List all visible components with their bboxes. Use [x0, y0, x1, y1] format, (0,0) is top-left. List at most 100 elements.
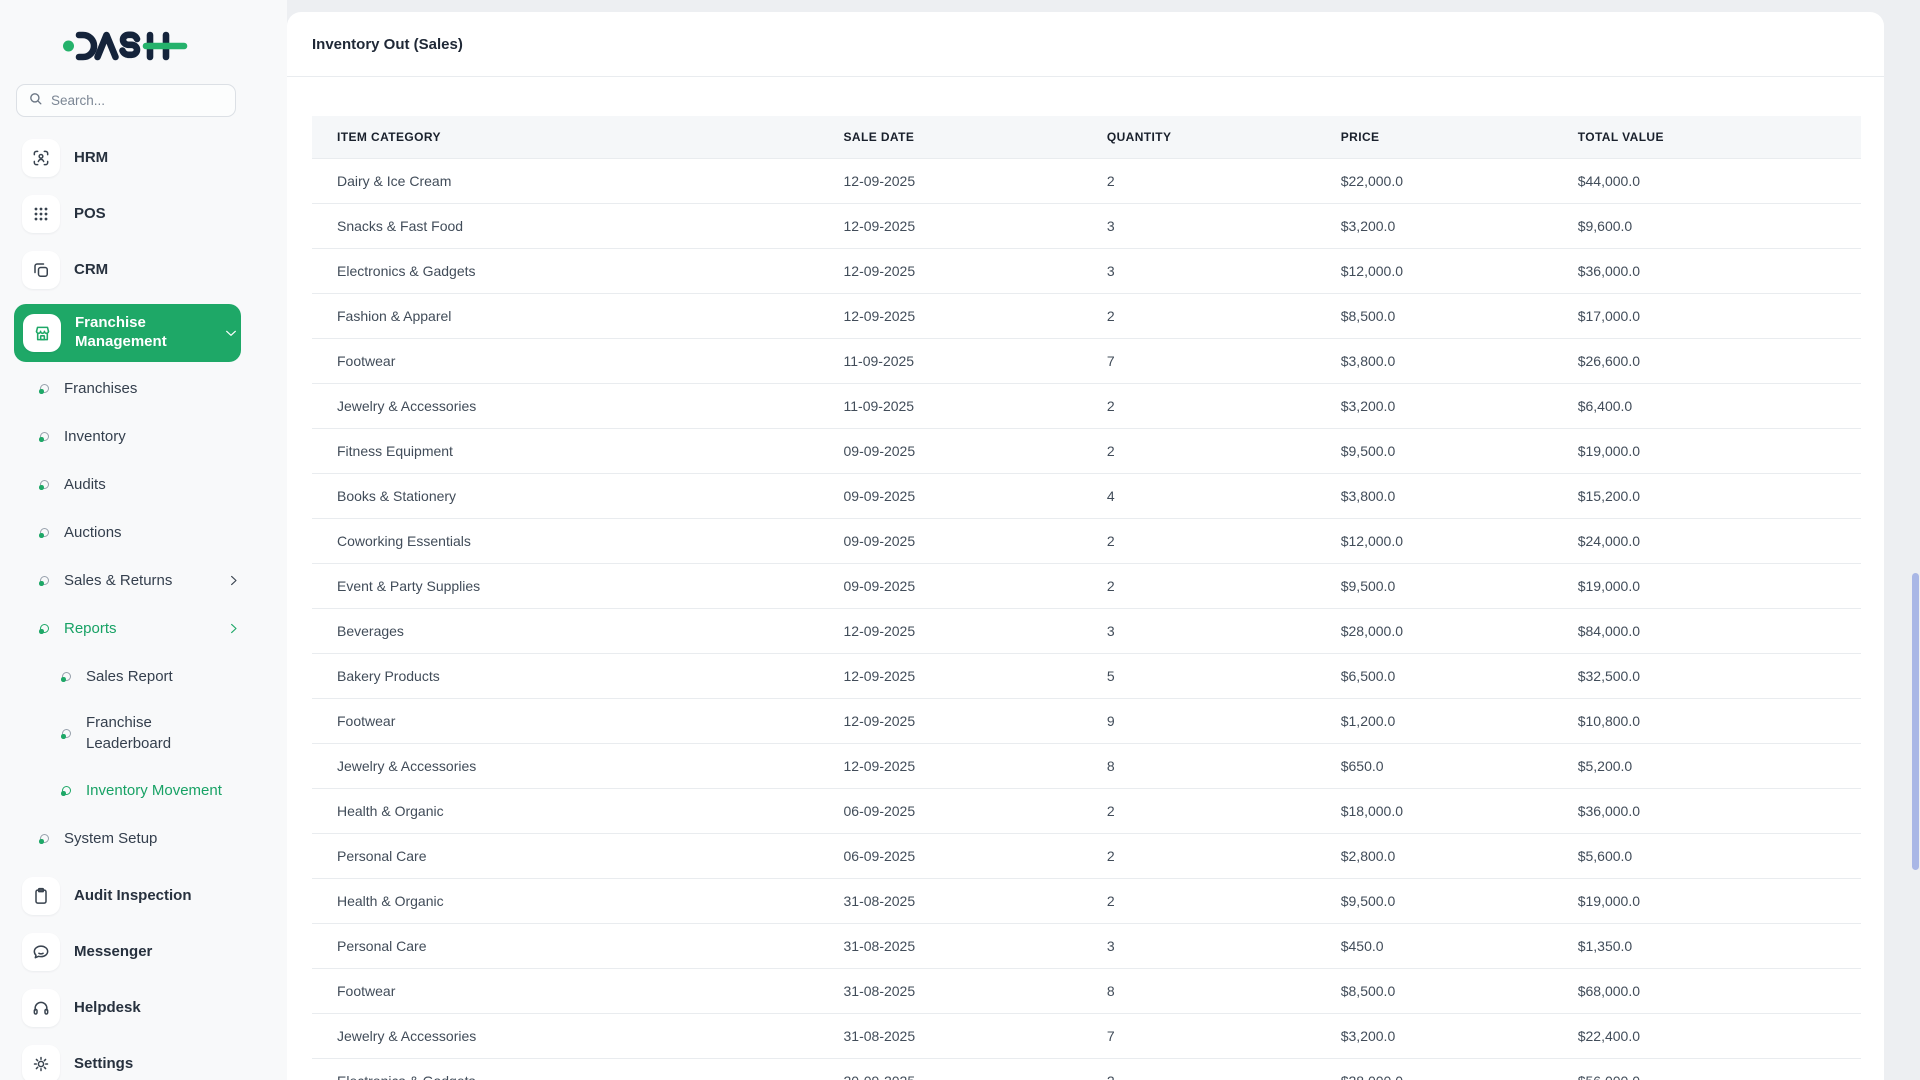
sidebar-item-audits[interactable]: Audits [14, 472, 241, 496]
cell-sale-date: 31-08-2025 [819, 969, 1082, 1014]
sidebar-item-audit-inspection[interactable]: Audit Inspection [14, 874, 241, 918]
headset-icon [22, 989, 60, 1027]
cell-item-category: Event & Party Supplies [312, 564, 819, 609]
sidebar-item-label: Helpdesk [74, 999, 241, 1018]
cell-quantity: 2 [1082, 519, 1316, 564]
sidebar-item-messenger[interactable]: Messenger [14, 930, 241, 974]
sidebar-item-franchise-leaderboard[interactable]: Franchise Leaderboard [14, 712, 241, 754]
cell-item-category: Personal Care [312, 834, 819, 879]
sidebar-item-sales-returns[interactable]: Sales & Returns [14, 568, 241, 592]
sidebar-item-settings[interactable]: Settings [14, 1042, 241, 1080]
sidebar-item-crm[interactable]: CRM [14, 248, 241, 292]
sidebar-item-inventory[interactable]: Inventory [14, 424, 241, 448]
cell-price: $2,800.0 [1316, 834, 1553, 879]
cell-quantity: 3 [1082, 249, 1316, 294]
table-row: Snacks & Fast Food12-09-20253$3,200.0$9,… [312, 204, 1861, 249]
cell-sale-date: 31-08-2025 [819, 924, 1082, 969]
cell-quantity: 8 [1082, 744, 1316, 789]
sidebar-item-label: Franchise Leaderboard [86, 712, 226, 754]
cell-price: $9,500.0 [1316, 564, 1553, 609]
cell-total-value: $26,600.0 [1553, 339, 1861, 384]
table-row: Books & Stationery09-09-20254$3,800.0$15… [312, 474, 1861, 519]
cell-sale-date: 12-09-2025 [819, 609, 1082, 654]
cell-price: $6,500.0 [1316, 654, 1553, 699]
sidebar-item-label: System Setup [64, 828, 241, 849]
cell-quantity: 2 [1082, 1059, 1316, 1080]
table-body: Dairy & Ice Cream12-09-20252$22,000.0$44… [312, 159, 1861, 1080]
cell-total-value: $36,000.0 [1553, 789, 1861, 834]
cell-total-value: $24,000.0 [1553, 519, 1861, 564]
cell-price: $28,000.0 [1316, 609, 1553, 654]
card-header: Inventory Out (Sales) [287, 12, 1884, 77]
sidebar-item-franchises[interactable]: Franchises [14, 376, 241, 400]
cell-total-value: $44,000.0 [1553, 159, 1861, 204]
cell-item-category: Personal Care [312, 924, 819, 969]
search-box[interactable] [16, 84, 236, 117]
column-header-quantity: QUANTITY [1082, 116, 1316, 159]
sidebar-item-label: Auctions [64, 522, 241, 543]
sidebar-item-reports[interactable]: Reports [14, 616, 241, 640]
cell-item-category: Footwear [312, 699, 819, 744]
cell-item-category: Beverages [312, 609, 819, 654]
search-input[interactable] [51, 93, 224, 108]
column-header-item-category: ITEM CATEGORY [312, 116, 819, 159]
cell-sale-date: 12-09-2025 [819, 744, 1082, 789]
cell-total-value: $84,000.0 [1553, 609, 1861, 654]
cell-sale-date: 09-09-2025 [819, 519, 1082, 564]
sidebar-item-sales-report[interactable]: Sales Report [14, 664, 241, 688]
cell-quantity: 2 [1082, 564, 1316, 609]
sidebar-item-label: Sales & Returns [64, 570, 226, 591]
table-row: Fitness Equipment09-09-20252$9,500.0$19,… [312, 429, 1861, 474]
cell-total-value: $36,000.0 [1553, 249, 1861, 294]
sidebar-item-label: HRM [74, 149, 226, 168]
sidebar-item-label: Reports [64, 618, 226, 639]
sidebar-item-auctions[interactable]: Auctions [14, 520, 241, 544]
sidebar-item-helpdesk[interactable]: Helpdesk [14, 986, 241, 1030]
sidebar-item-label: Franchises [64, 378, 241, 399]
cell-total-value: $56,000.0 [1553, 1059, 1861, 1080]
vertical-scrollbar-track[interactable] [1904, 0, 1920, 1080]
sidebar-item-inventory-movement[interactable]: Inventory Movement [14, 778, 241, 802]
cell-sale-date: 12-09-2025 [819, 294, 1082, 339]
column-header-sale-date: SALE DATE [819, 116, 1082, 159]
cell-price: $8,500.0 [1316, 969, 1553, 1014]
table-row: Jewelry & Accessories31-08-20257$3,200.0… [312, 1014, 1861, 1059]
search-icon [28, 91, 43, 111]
cell-price: $1,200.0 [1316, 699, 1553, 744]
cell-total-value: $19,000.0 [1553, 879, 1861, 924]
cell-total-value: $10,800.0 [1553, 699, 1861, 744]
clipboard-icon [22, 877, 60, 915]
cell-sale-date: 12-09-2025 [819, 159, 1082, 204]
cell-total-value: $5,600.0 [1553, 834, 1861, 879]
cell-price: $3,800.0 [1316, 474, 1553, 519]
sidebar-item-pos[interactable]: POS [14, 192, 241, 236]
cell-total-value: $19,000.0 [1553, 429, 1861, 474]
sidebar-item-label: Messenger [74, 943, 241, 962]
cell-item-category: Health & Organic [312, 789, 819, 834]
cell-item-category: Jewelry & Accessories [312, 744, 819, 789]
cell-item-category: Electronics & Gadgets [312, 249, 819, 294]
sidebar-item-hrm[interactable]: HRM [14, 136, 241, 180]
cell-price: $12,000.0 [1316, 249, 1553, 294]
sidebar-item-franchise-management[interactable]: Franchise Management [14, 304, 241, 362]
cell-item-category: Jewelry & Accessories [312, 1014, 819, 1059]
cell-sale-date: 11-09-2025 [819, 384, 1082, 429]
cell-total-value: $32,500.0 [1553, 654, 1861, 699]
chat-icon [22, 933, 60, 971]
table-row: Jewelry & Accessories11-09-20252$3,200.0… [312, 384, 1861, 429]
sidebar-item-label: Audit Inspection [74, 887, 226, 906]
cell-quantity: 7 [1082, 1014, 1316, 1059]
cell-quantity: 4 [1082, 474, 1316, 519]
bullet-icon [40, 480, 49, 489]
content-card: Inventory Out (Sales) ITEM CATEGORYSALE … [287, 12, 1884, 1080]
chevron-right-icon [226, 621, 241, 636]
bullet-icon [40, 528, 49, 537]
cell-total-value: $5,200.0 [1553, 744, 1861, 789]
sidebar-item-label: Inventory [64, 426, 241, 447]
cell-quantity: 3 [1082, 609, 1316, 654]
cell-total-value: $17,000.0 [1553, 294, 1861, 339]
cell-sale-date: 11-09-2025 [819, 339, 1082, 384]
scrollbar-thumb[interactable] [1912, 573, 1919, 870]
sidebar-item-system-setup[interactable]: System Setup [14, 826, 241, 850]
cell-item-category: Fitness Equipment [312, 429, 819, 474]
